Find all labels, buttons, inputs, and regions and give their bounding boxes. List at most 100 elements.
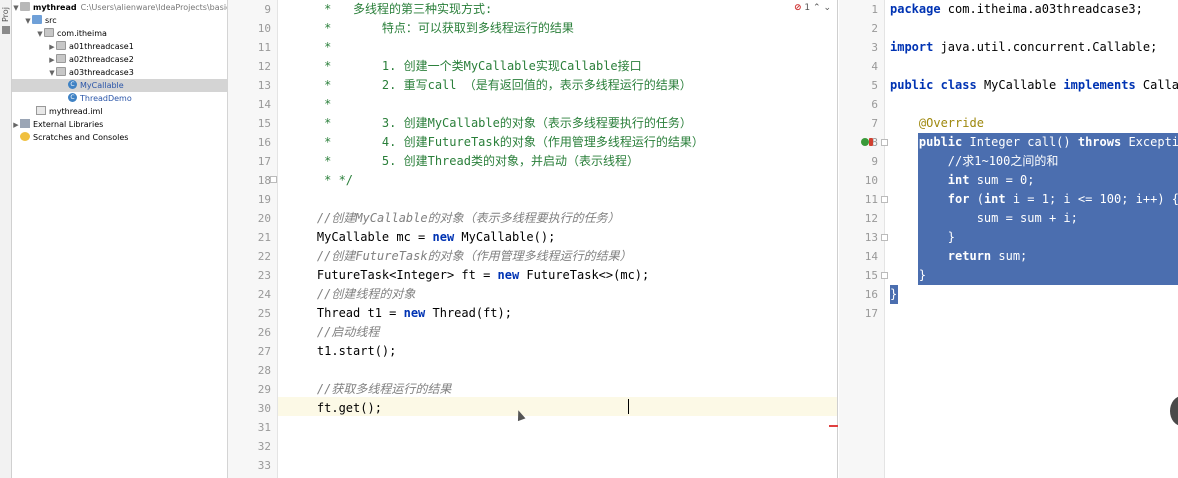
code-line[interactable]: * 特点：可以获取到多线程运行的结果: [288, 19, 574, 38]
code-line[interactable]: public Integer call() throws Exception {: [890, 133, 1178, 152]
line-number: 17: [257, 155, 271, 168]
code-line[interactable]: //求1~100之间的和: [890, 152, 1059, 171]
tree-item-a01threadcase1[interactable]: ▶ a01threadcase1: [12, 40, 227, 53]
line-number: 10: [257, 22, 271, 35]
tree-item-a03threadcase3[interactable]: ▼ a03threadcase3: [12, 66, 227, 79]
implements-method-icon[interactable]: [861, 138, 869, 146]
tree-item-src[interactable]: ▼ src: [12, 14, 227, 27]
tree-item-com-itheima[interactable]: ▼ com.itheima: [12, 27, 227, 40]
code-line[interactable]: t1.start();: [288, 342, 396, 361]
code-line[interactable]: for (int i = 1; i <= 100; i++) {: [890, 190, 1178, 209]
code-line[interactable]: * */: [288, 171, 353, 190]
tree-root-path: C:\Users\alienware\IdeaProjects\basic-: [80, 3, 228, 12]
tree-item-label: External Libraries: [33, 120, 104, 129]
line-number: 7: [871, 117, 878, 130]
code-area[interactable]: * 多线程的第三种实现方式: * 特点：可以获取到多线程运行的结果 * * 1.…: [278, 0, 837, 478]
editor-gutter[interactable]: 1 2 3 4 5 6 7 8 9 10 11 12 13 14 15 16 17: [839, 0, 885, 478]
line-number: 33: [257, 459, 271, 472]
editor-gutter[interactable]: 9 10 11 12 13 14 15 16 17 18 19 20 21 22 23 24 25 26 27 28 2…: [228, 0, 278, 478]
editor-threaddemo[interactable]: 9 10 11 12 13 14 15 16 17 18 19 20 21 22 23 24 25 26 27 28 2…: [228, 0, 838, 478]
tree-item-label: a01threadcase1: [69, 42, 134, 51]
tree-item-threaddemo[interactable]: C ThreadDemo: [12, 92, 227, 105]
tree-item-a02threadcase2[interactable]: ▶ a02threadcase2: [12, 53, 227, 66]
code-line[interactable]: * 多线程的第三种实现方式:: [288, 0, 492, 19]
code-line[interactable]: //创建MyCallable的对象（表示多线程要执行的任务）: [288, 209, 620, 228]
line-number: 13: [257, 79, 271, 92]
code-line[interactable]: @Override: [890, 114, 984, 133]
code-line[interactable]: FutureTask<Integer> ft = new FutureTask<…: [288, 266, 649, 285]
line-number: 28: [257, 364, 271, 377]
line-number: 11: [257, 41, 271, 54]
code-line[interactable]: * 2. 重写call （是有返回值的，表示多线程运行的结果）: [288, 76, 692, 95]
code-line[interactable]: //获取多线程运行的结果: [288, 380, 451, 399]
code-line[interactable]: *: [288, 38, 331, 57]
project-panel: ▼ mythread C:\Users\alienware\IdeaProjects…: [12, 0, 228, 478]
override-arrow-icon[interactable]: [869, 138, 873, 146]
code-line[interactable]: public class MyCallable implements Calla…: [890, 76, 1178, 95]
class-icon: C: [68, 93, 77, 102]
fold-marker-icon[interactable]: [881, 272, 888, 279]
code-line[interactable]: }: [890, 228, 955, 247]
folder-icon: [32, 15, 42, 24]
code-line[interactable]: * 4. 创建FutureTask的对象（作用管理多线程运行的结果）: [288, 133, 704, 152]
tree-item-label: a03threadcase3: [69, 68, 134, 77]
code-line[interactable]: return sum;: [890, 247, 1027, 266]
project-tool-tab[interactable]: Proj: [1, 2, 11, 22]
inspection-widget[interactable]: ⊘ 1 ⌃ ⌄: [794, 3, 831, 16]
code-line[interactable]: sum = sum + i;: [890, 209, 1078, 228]
line-number: 16: [864, 288, 878, 301]
line-number: 13: [864, 231, 878, 244]
line-number: 16: [257, 136, 271, 149]
line-number: 26: [257, 326, 271, 339]
iml-file-icon: [36, 106, 46, 115]
code-line[interactable]: Thread t1 = new Thread(ft);: [288, 304, 512, 323]
line-number: 2: [871, 22, 878, 35]
code-line[interactable]: * 3. 创建MyCallable的对象（表示多线程要执行的任务）: [288, 114, 692, 133]
code-line[interactable]: * 1. 创建一个类MyCallable实现Callable接口: [288, 57, 642, 76]
line-number: 9: [871, 155, 878, 168]
fold-marker-icon[interactable]: [881, 196, 888, 203]
tree-item-scratches[interactable]: Scratches and Consoles: [12, 131, 227, 144]
code-line[interactable]: }: [890, 285, 897, 304]
line-number: 32: [257, 440, 271, 453]
code-line[interactable]: *: [288, 95, 331, 114]
tree-item-label: ThreadDemo: [80, 94, 132, 103]
tree-root[interactable]: ▼ mythread C:\Users\alienware\IdeaProjects…: [12, 1, 228, 14]
error-stripe-marker[interactable]: [829, 425, 838, 427]
tree-item-mythread-iml[interactable]: mythread.iml: [12, 105, 227, 118]
code-line[interactable]: //创建FutureTask的对象（作用管理多线程运行的结果）: [288, 247, 632, 266]
line-number: 14: [257, 98, 271, 111]
tree-item-label: mythread.iml: [49, 107, 103, 116]
line-number: 25: [257, 307, 271, 320]
code-line[interactable]: //创建线程的对象: [288, 285, 415, 304]
tree-item-mycallable[interactable]: C MyCallable: [12, 79, 227, 92]
fold-marker-icon[interactable]: [881, 139, 888, 146]
line-number: 29: [257, 383, 271, 396]
fold-marker-icon[interactable]: [881, 234, 888, 241]
tree-item-label: a02threadcase2: [69, 55, 134, 64]
fold-marker-icon[interactable]: [270, 176, 277, 183]
package-icon: [56, 41, 66, 50]
scratch-icon: [20, 132, 30, 141]
code-area[interactable]: package com.itheima.a03threadcase3; impor…: [885, 0, 1178, 478]
class-icon: C: [68, 80, 77, 89]
code-line[interactable]: //启动线程: [288, 323, 379, 342]
code-line[interactable]: int sum = 0;: [890, 171, 1035, 190]
editor-mycallable[interactable]: 1 2 3 4 5 6 7 8 9 10 11 12 13 14 15 16 17 package com.it…: [839, 0, 1178, 478]
code-line[interactable]: * 5. 创建Thread类的对象，并启动（表示线程）: [288, 152, 639, 171]
line-number: 9: [264, 3, 271, 16]
code-line[interactable]: import java.util.concurrent.Callable;: [890, 38, 1157, 57]
structure-icon[interactable]: [2, 26, 10, 34]
prev-problem-icon[interactable]: ⌃: [813, 3, 821, 13]
line-number: 27: [257, 345, 271, 358]
line-number: 18: [257, 174, 271, 187]
code-line[interactable]: MyCallable mc = new MyCallable();: [288, 228, 555, 247]
code-line[interactable]: }: [890, 266, 926, 285]
line-number: 4: [871, 60, 878, 73]
line-number: 22: [257, 250, 271, 263]
package-icon: [44, 28, 54, 37]
next-problem-icon[interactable]: ⌄: [823, 3, 831, 13]
tree-item-external-libraries[interactable]: ▶ External Libraries: [12, 118, 227, 131]
code-line[interactable]: ft.get();: [288, 399, 382, 418]
code-line[interactable]: package com.itheima.a03threadcase3;: [890, 0, 1143, 19]
